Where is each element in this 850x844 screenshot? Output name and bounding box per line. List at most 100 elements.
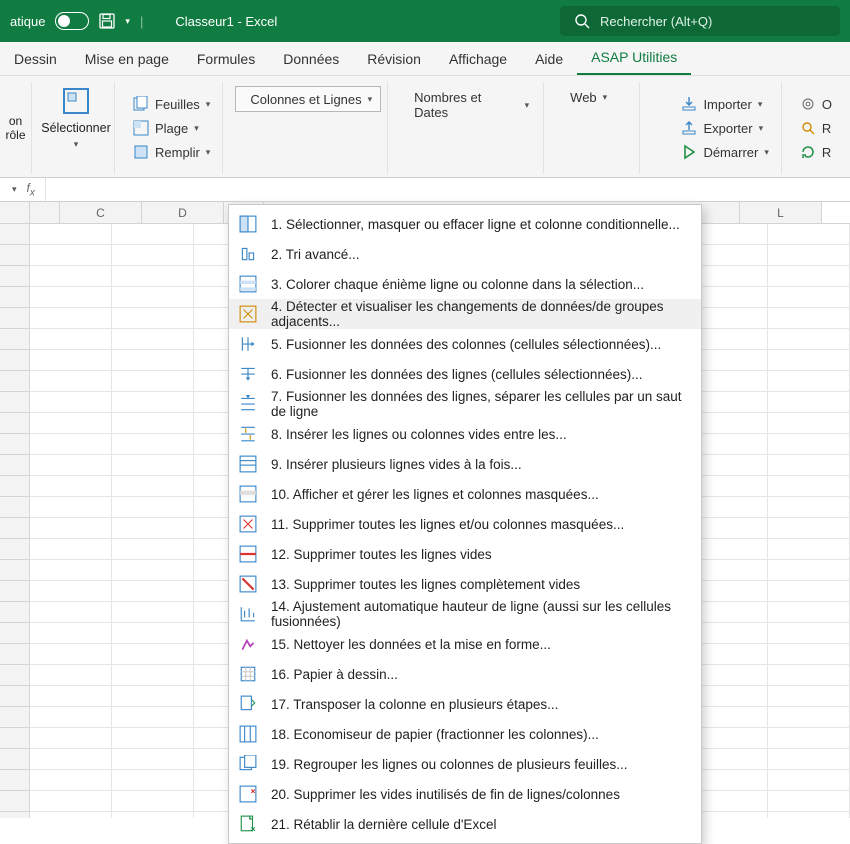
tab-formules[interactable]: Formules <box>183 43 269 75</box>
cell[interactable] <box>30 455 112 476</box>
cell[interactable] <box>112 749 194 770</box>
column-header[interactable]: C <box>60 202 142 223</box>
menu-item-4[interactable]: 4. Détecter et visualiser les changement… <box>229 299 701 329</box>
cell[interactable] <box>30 665 112 686</box>
row-header[interactable] <box>0 728 30 749</box>
cell[interactable] <box>768 791 850 812</box>
cell[interactable] <box>30 749 112 770</box>
cell[interactable] <box>30 686 112 707</box>
cell[interactable] <box>112 371 194 392</box>
cell[interactable] <box>768 581 850 602</box>
row-header[interactable] <box>0 476 30 497</box>
cell[interactable] <box>112 224 194 245</box>
menu-item-10[interactable]: 10. Afficher et gérer les lignes et colo… <box>229 479 701 509</box>
cell[interactable] <box>112 266 194 287</box>
cell[interactable] <box>768 434 850 455</box>
cell[interactable] <box>30 413 112 434</box>
row-header[interactable] <box>0 791 30 812</box>
plage-button[interactable]: Plage▾ <box>127 118 216 138</box>
row-header[interactable] <box>0 518 30 539</box>
menu-item-1[interactable]: 1. Sélectionner, masquer ou effacer lign… <box>229 209 701 239</box>
row-header[interactable] <box>0 707 30 728</box>
cell[interactable] <box>112 329 194 350</box>
cell[interactable] <box>30 644 112 665</box>
cell[interactable] <box>768 476 850 497</box>
cell[interactable] <box>30 518 112 539</box>
menu-item-20[interactable]: 20. Supprimer les vides inutilisés de fi… <box>229 779 701 809</box>
menu-item-14[interactable]: 14. Ajustement automatique hauteur de li… <box>229 599 701 629</box>
cell[interactable] <box>768 371 850 392</box>
row-header[interactable] <box>0 224 30 245</box>
cell[interactable] <box>768 560 850 581</box>
cell[interactable] <box>112 812 194 818</box>
cell[interactable] <box>768 224 850 245</box>
cell[interactable] <box>30 350 112 371</box>
row-header[interactable] <box>0 266 30 287</box>
colonnes-lignes-button[interactable]: Colonnes et Lignes▾ <box>235 86 381 112</box>
nombres-dates-button[interactable]: Nombres et Dates▾ <box>400 86 537 124</box>
cell[interactable] <box>112 560 194 581</box>
cell[interactable] <box>30 812 112 818</box>
row-header[interactable] <box>0 665 30 686</box>
cell[interactable] <box>30 560 112 581</box>
tab-dessin[interactable]: Dessin <box>0 43 71 75</box>
row-header[interactable] <box>0 308 30 329</box>
cell[interactable] <box>112 308 194 329</box>
cell[interactable] <box>30 707 112 728</box>
tab-affichage[interactable]: Affichage <box>435 43 521 75</box>
column-header[interactable]: L <box>740 202 822 223</box>
tab-asap-utilities[interactable]: ASAP Utilities <box>577 41 691 75</box>
menu-item-13[interactable]: 13. Supprimer toutes les lignes complète… <box>229 569 701 599</box>
cell[interactable] <box>768 707 850 728</box>
menu-item-21[interactable]: 21. Rétablir la dernière cellule d'Excel <box>229 809 701 839</box>
web-button[interactable]: Web▾ <box>556 86 633 109</box>
row-header[interactable] <box>0 602 30 623</box>
row-header[interactable] <box>0 329 30 350</box>
cell[interactable] <box>30 770 112 791</box>
row-header[interactable] <box>0 770 30 791</box>
row-header[interactable] <box>0 686 30 707</box>
cell[interactable] <box>768 812 850 818</box>
row-header[interactable] <box>0 350 30 371</box>
cell[interactable] <box>112 602 194 623</box>
formula-input[interactable] <box>45 178 850 201</box>
cell[interactable] <box>30 371 112 392</box>
menu-item-15[interactable]: 15. Nettoyer les données et la mise en f… <box>229 629 701 659</box>
cell[interactable] <box>768 266 850 287</box>
row-header[interactable] <box>0 812 30 818</box>
cell[interactable] <box>112 686 194 707</box>
tab-aide[interactable]: Aide <box>521 43 577 75</box>
cell[interactable] <box>112 497 194 518</box>
recherche-button[interactable]: R <box>794 118 838 138</box>
fx-label[interactable]: fx <box>17 181 45 198</box>
row-header[interactable] <box>0 371 30 392</box>
cell[interactable] <box>768 455 850 476</box>
menu-item-11[interactable]: 11. Supprimer toutes les lignes et/ou co… <box>229 509 701 539</box>
cell[interactable] <box>30 224 112 245</box>
cell[interactable] <box>30 791 112 812</box>
select-all-corner[interactable] <box>0 202 30 223</box>
cell[interactable] <box>768 686 850 707</box>
row-header[interactable] <box>0 644 30 665</box>
menu-item-2[interactable]: 2. Tri avancé... <box>229 239 701 269</box>
cell[interactable] <box>30 434 112 455</box>
cell[interactable] <box>768 644 850 665</box>
importer-button[interactable]: Importer▾ <box>675 94 774 114</box>
cell[interactable] <box>112 518 194 539</box>
cell[interactable] <box>768 539 850 560</box>
menu-item-6[interactable]: 6. Fusionner les données des lignes (cel… <box>229 359 701 389</box>
tab-mise-en-page[interactable]: Mise en page <box>71 43 183 75</box>
cell[interactable] <box>112 287 194 308</box>
cell[interactable] <box>768 413 850 434</box>
row-header[interactable] <box>0 539 30 560</box>
cell[interactable] <box>768 329 850 350</box>
search-box[interactable]: Rechercher (Alt+Q) <box>560 6 840 36</box>
menu-item-9[interactable]: 9. Insérer plusieurs lignes vides à la f… <box>229 449 701 479</box>
cell[interactable] <box>30 728 112 749</box>
cell[interactable] <box>30 287 112 308</box>
menu-item-5[interactable]: 5. Fusionner les données des colonnes (c… <box>229 329 701 359</box>
autosave-toggle[interactable] <box>55 12 89 30</box>
cell[interactable] <box>112 245 194 266</box>
cell[interactable] <box>30 308 112 329</box>
row-header[interactable] <box>0 287 30 308</box>
